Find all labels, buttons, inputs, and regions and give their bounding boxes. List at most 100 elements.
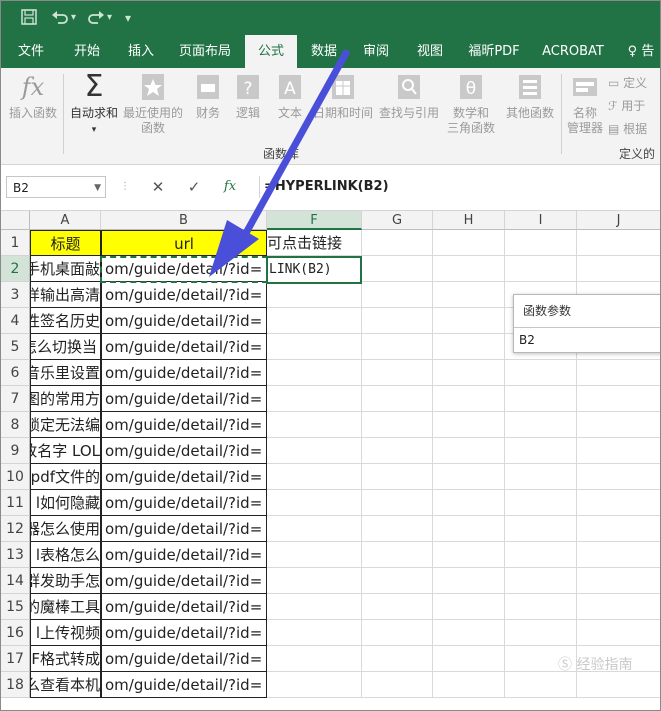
empty-cell[interactable] bbox=[577, 620, 660, 646]
empty-cell[interactable] bbox=[267, 412, 362, 438]
empty-cell[interactable] bbox=[267, 308, 362, 334]
title-cell[interactable]: 群发助手怎 bbox=[30, 568, 101, 594]
empty-cell[interactable] bbox=[505, 516, 577, 542]
tab-acrobat[interactable]: ACROBAT bbox=[537, 35, 609, 68]
name-box[interactable]: B2 ▼ bbox=[6, 176, 106, 198]
empty-cell[interactable] bbox=[505, 256, 577, 282]
column-header-j[interactable]: J bbox=[577, 211, 660, 230]
url-cell[interactable]: om/guide/detail/?id= bbox=[101, 386, 267, 412]
row-header[interactable]: 2 bbox=[1, 256, 30, 282]
empty-cell[interactable] bbox=[433, 464, 505, 490]
url-cell[interactable]: om/guide/detail/?id= bbox=[101, 412, 267, 438]
title-cell[interactable]: 改名字 LOL bbox=[30, 438, 101, 464]
url-cell[interactable]: om/guide/detail/?id= bbox=[101, 360, 267, 386]
row-header[interactable]: 3 bbox=[1, 282, 30, 308]
title-cell[interactable]: 器怎么使用 bbox=[30, 516, 101, 542]
empty-cell[interactable] bbox=[362, 464, 433, 490]
row-header[interactable]: 1 bbox=[1, 230, 30, 256]
empty-cell[interactable] bbox=[505, 594, 577, 620]
empty-cell[interactable] bbox=[505, 438, 577, 464]
empty-cell[interactable] bbox=[433, 412, 505, 438]
row-header[interactable]: 4 bbox=[1, 308, 30, 334]
row-header[interactable]: 8 bbox=[1, 412, 30, 438]
empty-cell[interactable] bbox=[267, 282, 362, 308]
empty-cell[interactable] bbox=[577, 672, 660, 698]
row-header[interactable]: 16 bbox=[1, 620, 30, 646]
empty-cell[interactable] bbox=[433, 646, 505, 672]
empty-cell[interactable] bbox=[505, 620, 577, 646]
row-header[interactable]: 11 bbox=[1, 490, 30, 516]
tab-view[interactable]: 视图 bbox=[407, 35, 453, 68]
tab-file[interactable]: 文件 bbox=[9, 35, 53, 68]
empty-cell[interactable] bbox=[362, 620, 433, 646]
empty-cell[interactable] bbox=[362, 646, 433, 672]
row-header[interactable]: 17 bbox=[1, 646, 30, 672]
more-functions-button[interactable]: 其他函数 bbox=[503, 72, 557, 121]
empty-cell[interactable] bbox=[577, 438, 660, 464]
row-header[interactable]: 6 bbox=[1, 360, 30, 386]
title-cell[interactable]: 样输出高清 bbox=[30, 282, 101, 308]
title-cell[interactable]: 影手机桌面敲 bbox=[30, 256, 101, 282]
empty-cell[interactable] bbox=[433, 308, 505, 334]
empty-cell[interactable] bbox=[267, 386, 362, 412]
empty-cell[interactable] bbox=[362, 594, 433, 620]
empty-cell[interactable] bbox=[433, 256, 505, 282]
empty-cell[interactable] bbox=[433, 542, 505, 568]
header-cell-url[interactable]: url bbox=[101, 230, 267, 256]
recent-functions-button[interactable]: 最近使用的 函数 bbox=[121, 72, 185, 136]
url-cell[interactable]: om/guide/detail/?id= bbox=[101, 256, 267, 282]
empty-cell[interactable] bbox=[433, 360, 505, 386]
empty-cell[interactable] bbox=[267, 490, 362, 516]
url-cell[interactable]: om/guide/detail/?id= bbox=[101, 308, 267, 334]
datetime-button[interactable]: 日期和时间 bbox=[311, 72, 375, 121]
title-cell[interactable]: l如何隐藏 bbox=[30, 490, 101, 516]
empty-cell[interactable] bbox=[505, 230, 577, 256]
title-cell[interactable]: 的音乐里设置 bbox=[30, 360, 101, 386]
text-functions-button[interactable]: A 文本 bbox=[271, 72, 309, 121]
empty-cell[interactable] bbox=[433, 230, 505, 256]
empty-cell[interactable] bbox=[267, 334, 362, 360]
title-cell[interactable]: l表格怎么 bbox=[30, 542, 101, 568]
empty-cell[interactable] bbox=[267, 542, 362, 568]
empty-cell[interactable] bbox=[505, 464, 577, 490]
title-cell[interactable]: l上传视频 bbox=[30, 620, 101, 646]
autosum-button[interactable]: Σ 自动求和 ▾ bbox=[67, 72, 121, 138]
empty-cell[interactable] bbox=[362, 386, 433, 412]
title-cell[interactable]: F格式转成 bbox=[30, 646, 101, 672]
save-icon[interactable] bbox=[21, 9, 37, 29]
empty-cell[interactable] bbox=[267, 594, 362, 620]
title-cell[interactable]: 么查看本机 bbox=[30, 672, 101, 698]
empty-cell[interactable] bbox=[362, 334, 433, 360]
empty-cell[interactable] bbox=[362, 490, 433, 516]
row-header[interactable]: 5 bbox=[1, 334, 30, 360]
column-header-g[interactable]: G bbox=[362, 211, 433, 230]
empty-cell[interactable] bbox=[577, 412, 660, 438]
tab-formulas[interactable]: 公式 bbox=[245, 35, 297, 68]
empty-cell[interactable] bbox=[505, 672, 577, 698]
financial-button[interactable]: 财务 bbox=[189, 72, 227, 121]
tab-page-layout[interactable]: 页面布局 bbox=[173, 35, 237, 68]
empty-cell[interactable] bbox=[362, 542, 433, 568]
empty-cell[interactable] bbox=[577, 594, 660, 620]
empty-cell[interactable] bbox=[362, 412, 433, 438]
use-in-formula-button[interactable]: ℱ 用于 bbox=[608, 99, 645, 113]
url-cell[interactable]: om/guide/detail/?id= bbox=[101, 282, 267, 308]
empty-cell[interactable] bbox=[267, 438, 362, 464]
row-header[interactable]: 9 bbox=[1, 438, 30, 464]
row-header[interactable]: 10 bbox=[1, 464, 30, 490]
empty-cell[interactable] bbox=[577, 360, 660, 386]
empty-cell[interactable] bbox=[362, 256, 433, 282]
empty-cell[interactable] bbox=[362, 230, 433, 256]
empty-cell[interactable] bbox=[433, 594, 505, 620]
url-cell[interactable]: om/guide/detail/?id= bbox=[101, 542, 267, 568]
empty-cell[interactable] bbox=[362, 308, 433, 334]
url-cell[interactable]: om/guide/detail/?id= bbox=[101, 490, 267, 516]
empty-cell[interactable] bbox=[505, 490, 577, 516]
empty-cell[interactable] bbox=[505, 386, 577, 412]
logical-button[interactable]: ? 逻辑 bbox=[229, 72, 267, 121]
url-cell[interactable]: om/guide/detail/?id= bbox=[101, 594, 267, 620]
empty-cell[interactable] bbox=[577, 230, 660, 256]
column-header-h[interactable]: H bbox=[433, 211, 505, 230]
empty-cell[interactable] bbox=[433, 438, 505, 464]
title-cell[interactable]: 的魔棒工具 bbox=[30, 594, 101, 620]
